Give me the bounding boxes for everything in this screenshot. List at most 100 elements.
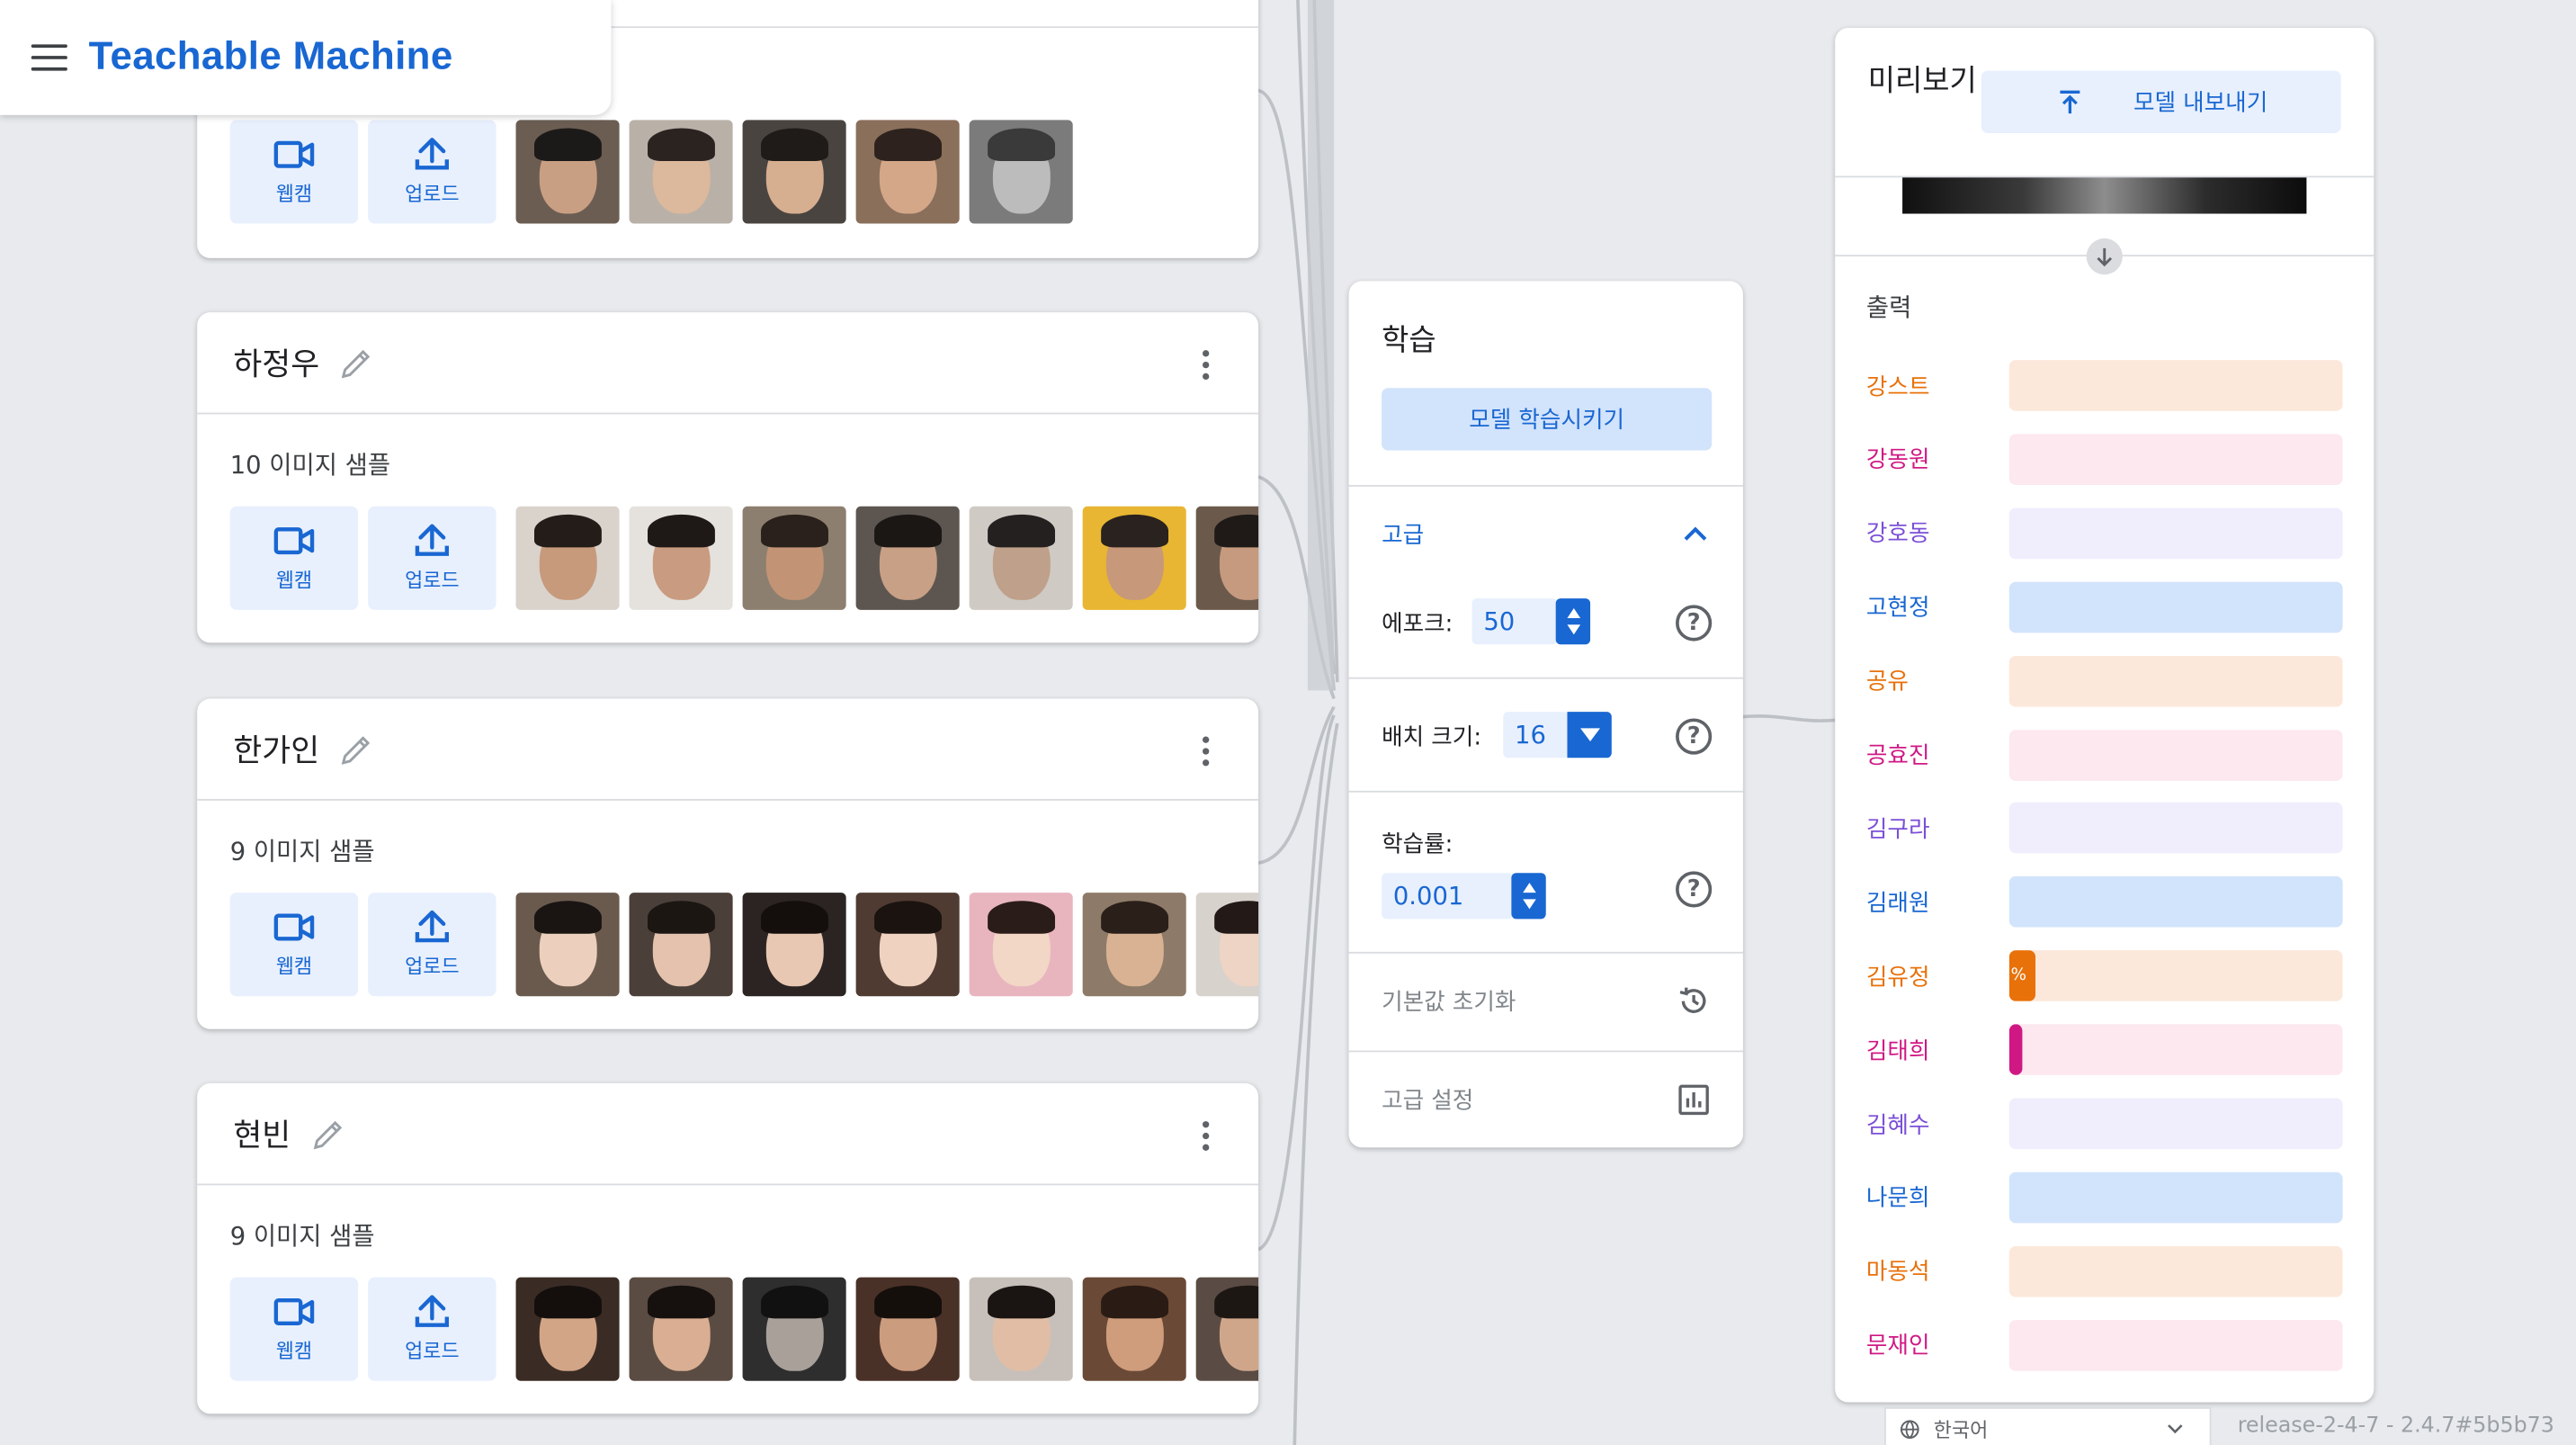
sample-thumbnail[interactable]: [629, 893, 733, 997]
sample-thumbnail[interactable]: [855, 120, 960, 224]
export-icon: [2059, 90, 2080, 114]
webcam-button[interactable]: 웹캠: [229, 893, 359, 997]
sample-thumbnail[interactable]: [1195, 506, 1259, 610]
output-row: 강스트: [1866, 360, 2343, 411]
upload-label: 업로드: [405, 955, 460, 979]
more-options-icon[interactable]: [1199, 1121, 1212, 1151]
batch-size-select[interactable]: 16: [1503, 712, 1570, 758]
confidence-fill: [2008, 1024, 2023, 1076]
bar-chart-icon[interactable]: [1676, 1082, 1712, 1117]
sample-thumbnail[interactable]: [1195, 1277, 1259, 1381]
output-class-name: 강호동: [1865, 521, 1930, 548]
preview-panel: 미리보기 모델 내보내기 출력 강스트 강동원 강호동 고현정 공유 공효진 김구라 김래원 김…: [1835, 28, 2375, 1403]
sample-thumbnail[interactable]: [855, 1277, 960, 1381]
learning-rate-spinner[interactable]: [1511, 873, 1546, 920]
menu-icon[interactable]: [31, 44, 67, 71]
language-select[interactable]: 한국어: [1883, 1406, 2212, 1445]
webcam-button[interactable]: 웹캠: [229, 1277, 359, 1381]
divider: [1348, 1050, 1743, 1053]
sample-count: 9 이미지 샘플: [229, 836, 375, 866]
chevron-down-icon[interactable]: [1567, 712, 1612, 758]
edit-pencil-icon[interactable]: [310, 1116, 346, 1152]
upload-button[interactable]: 업로드: [368, 120, 496, 224]
confidence-bar: [2008, 581, 2343, 633]
more-options-icon[interactable]: [1199, 736, 1212, 767]
sample-thumbnail[interactable]: [855, 893, 960, 997]
upload-button[interactable]: 업로드: [368, 506, 496, 610]
sample-thumbnail[interactable]: [1082, 893, 1186, 997]
output-row: 강동원: [1866, 434, 2343, 485]
app-header: Teachable Machine: [0, 0, 612, 115]
sample-thumbnail[interactable]: [969, 893, 1073, 997]
output-class-name: 김유정: [1865, 964, 1930, 992]
sample-row: 웹캠 업로드: [229, 506, 1259, 610]
edit-pencil-icon[interactable]: [339, 345, 375, 381]
output-class-name: 마동석: [1865, 1260, 1930, 1287]
more-options-icon[interactable]: [1199, 350, 1212, 381]
history-icon[interactable]: [1676, 983, 1712, 1019]
output-class-name: 공유: [1865, 669, 1909, 696]
language-value: 한국어: [1933, 1417, 1989, 1441]
sample-thumbnail[interactable]: [742, 506, 846, 610]
output-row: 김유정%: [1865, 950, 2343, 1002]
advanced-toggle[interactable]: 고급: [1382, 516, 1712, 552]
sample-thumbnail[interactable]: [969, 1277, 1073, 1381]
upload-label: 업로드: [405, 182, 460, 206]
sample-count: 9 이미지 샘플: [229, 1221, 375, 1252]
preview-title: 미리보기: [1867, 64, 1977, 99]
sample-thumbnail[interactable]: [515, 120, 620, 224]
chevron-up-icon[interactable]: [1679, 518, 1713, 552]
help-icon[interactable]: ?: [1676, 871, 1713, 908]
training-title: 학습: [1382, 323, 1436, 359]
class-name[interactable]: 한가인: [233, 727, 319, 771]
sample-thumbnail[interactable]: [855, 506, 960, 610]
class-card: 하정우 10 이미지 샘플 웹캠 업로드: [197, 312, 1259, 643]
output-class-name: 문재인: [1865, 1333, 1930, 1360]
webcam-button[interactable]: 웹캠: [229, 506, 359, 610]
upload-icon: [415, 138, 449, 170]
sample-thumbnail[interactable]: [742, 120, 846, 224]
sample-thumbnail[interactable]: [1195, 893, 1259, 997]
help-icon[interactable]: ?: [1676, 718, 1713, 755]
webcam-button[interactable]: 웹캠: [229, 120, 359, 224]
learning-rate-input[interactable]: 0.001: [1382, 873, 1514, 920]
advanced-settings-row[interactable]: 고급 설정: [1382, 1080, 1712, 1119]
output-class-name: 김구라: [1865, 816, 1930, 844]
output-class-name: 김태희: [1865, 1037, 1930, 1065]
sample-thumbnail[interactable]: [969, 506, 1073, 610]
sample-thumbnail[interactable]: [742, 893, 846, 997]
sample-thumbnail[interactable]: [629, 506, 733, 610]
train-model-button[interactable]: 모델 학습시키기: [1382, 388, 1713, 451]
epochs-spinner[interactable]: [1555, 598, 1591, 645]
learning-rate-label: 학습률:: [1382, 831, 1453, 858]
release-version: release-2-4-7 - 2.4.7#5b5b73: [2237, 1414, 2554, 1439]
card-header: 하정우: [197, 312, 1259, 415]
sample-thumbnail[interactable]: [629, 120, 733, 224]
sample-thumbnail[interactable]: [515, 893, 620, 997]
sample-thumbnail[interactable]: [515, 1277, 620, 1381]
app-title[interactable]: Teachable Machine: [89, 34, 453, 80]
export-model-button[interactable]: 모델 내보내기: [1981, 70, 2341, 133]
sample-thumbnail[interactable]: [515, 506, 620, 610]
class-name[interactable]: 하정우: [233, 340, 319, 384]
sample-thumbnail[interactable]: [1082, 1277, 1186, 1381]
output-row: 김래원: [1866, 876, 2343, 929]
sample-thumbnail[interactable]: [1082, 506, 1186, 610]
help-icon[interactable]: ?: [1676, 605, 1713, 642]
epochs-label: 에포크:: [1382, 611, 1453, 638]
sample-thumbnail[interactable]: [742, 1277, 846, 1381]
reset-defaults-label: 기본값 초기화: [1382, 989, 1516, 1017]
sample-thumbnail[interactable]: [629, 1277, 733, 1381]
upload-icon: [415, 910, 449, 943]
output-class-name: 나문희: [1865, 1186, 1930, 1213]
epochs-input[interactable]: 50: [1471, 598, 1558, 645]
webcam-label: 웹캠: [275, 182, 313, 206]
sample-thumbnail[interactable]: [969, 120, 1073, 224]
edit-pencil-icon[interactable]: [339, 731, 375, 767]
output-row: 문재인: [1865, 1319, 2343, 1371]
upload-button[interactable]: 업로드: [368, 1277, 496, 1381]
class-name[interactable]: 현빈: [233, 1111, 291, 1155]
upload-button[interactable]: 업로드: [368, 893, 496, 997]
reset-defaults-row[interactable]: 기본값 초기화: [1382, 982, 1712, 1021]
divider: [1348, 951, 1743, 954]
